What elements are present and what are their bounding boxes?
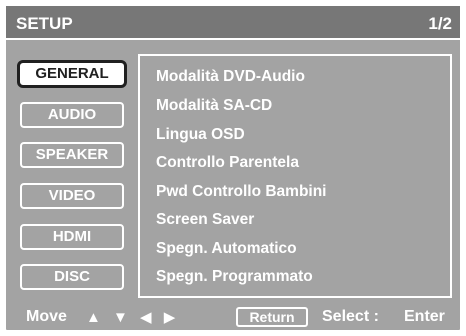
tab-general[interactable]: GENERAL: [17, 60, 127, 88]
enter-hint-label: Enter: [404, 308, 445, 325]
menu-item-osd-language[interactable]: Lingua OSD: [156, 126, 245, 144]
menu-item-screen-saver[interactable]: Screen Saver: [156, 211, 254, 229]
return-button[interactable]: Return: [236, 307, 308, 327]
menu-item-parental-password[interactable]: Pwd Controllo Bambini: [156, 183, 327, 201]
menu-item-parental-control[interactable]: Controllo Parentela: [156, 154, 299, 172]
page-title: SETUP: [16, 14, 73, 33]
tab-disc[interactable]: DISC: [20, 264, 124, 290]
menu-item-sleep-timer[interactable]: Spegn. Programmato: [156, 268, 313, 286]
tab-hdmi[interactable]: HDMI: [20, 224, 124, 250]
tab-video[interactable]: VIDEO: [20, 183, 124, 209]
menu-item-auto-power-off[interactable]: Spegn. Automatico: [156, 240, 297, 258]
page-indicator: 1/2: [428, 14, 452, 33]
setup-window: SETUP 1/2 GENERAL AUDIO SPEAKER VIDEO HD…: [4, 4, 462, 332]
tab-speaker[interactable]: SPEAKER: [20, 142, 124, 168]
settings-list: Modalità DVD-Audio Modalità SA-CD Lingua…: [138, 54, 452, 298]
menu-item-sacd-mode[interactable]: Modalità SA-CD: [156, 97, 272, 115]
menu-item-dvd-audio-mode[interactable]: Modalità DVD-Audio: [156, 68, 305, 86]
select-hint-label: Select :: [322, 308, 379, 325]
arrow-keys-icon: ▲ ▼ ◀ ▶: [86, 309, 180, 326]
header-bar: SETUP 1/2: [6, 6, 460, 40]
move-hint-label: Move: [26, 308, 67, 325]
tab-audio[interactable]: AUDIO: [20, 102, 124, 128]
footer-hints: Move ▲ ▼ ◀ ▶ Return Select : Enter: [6, 307, 460, 330]
